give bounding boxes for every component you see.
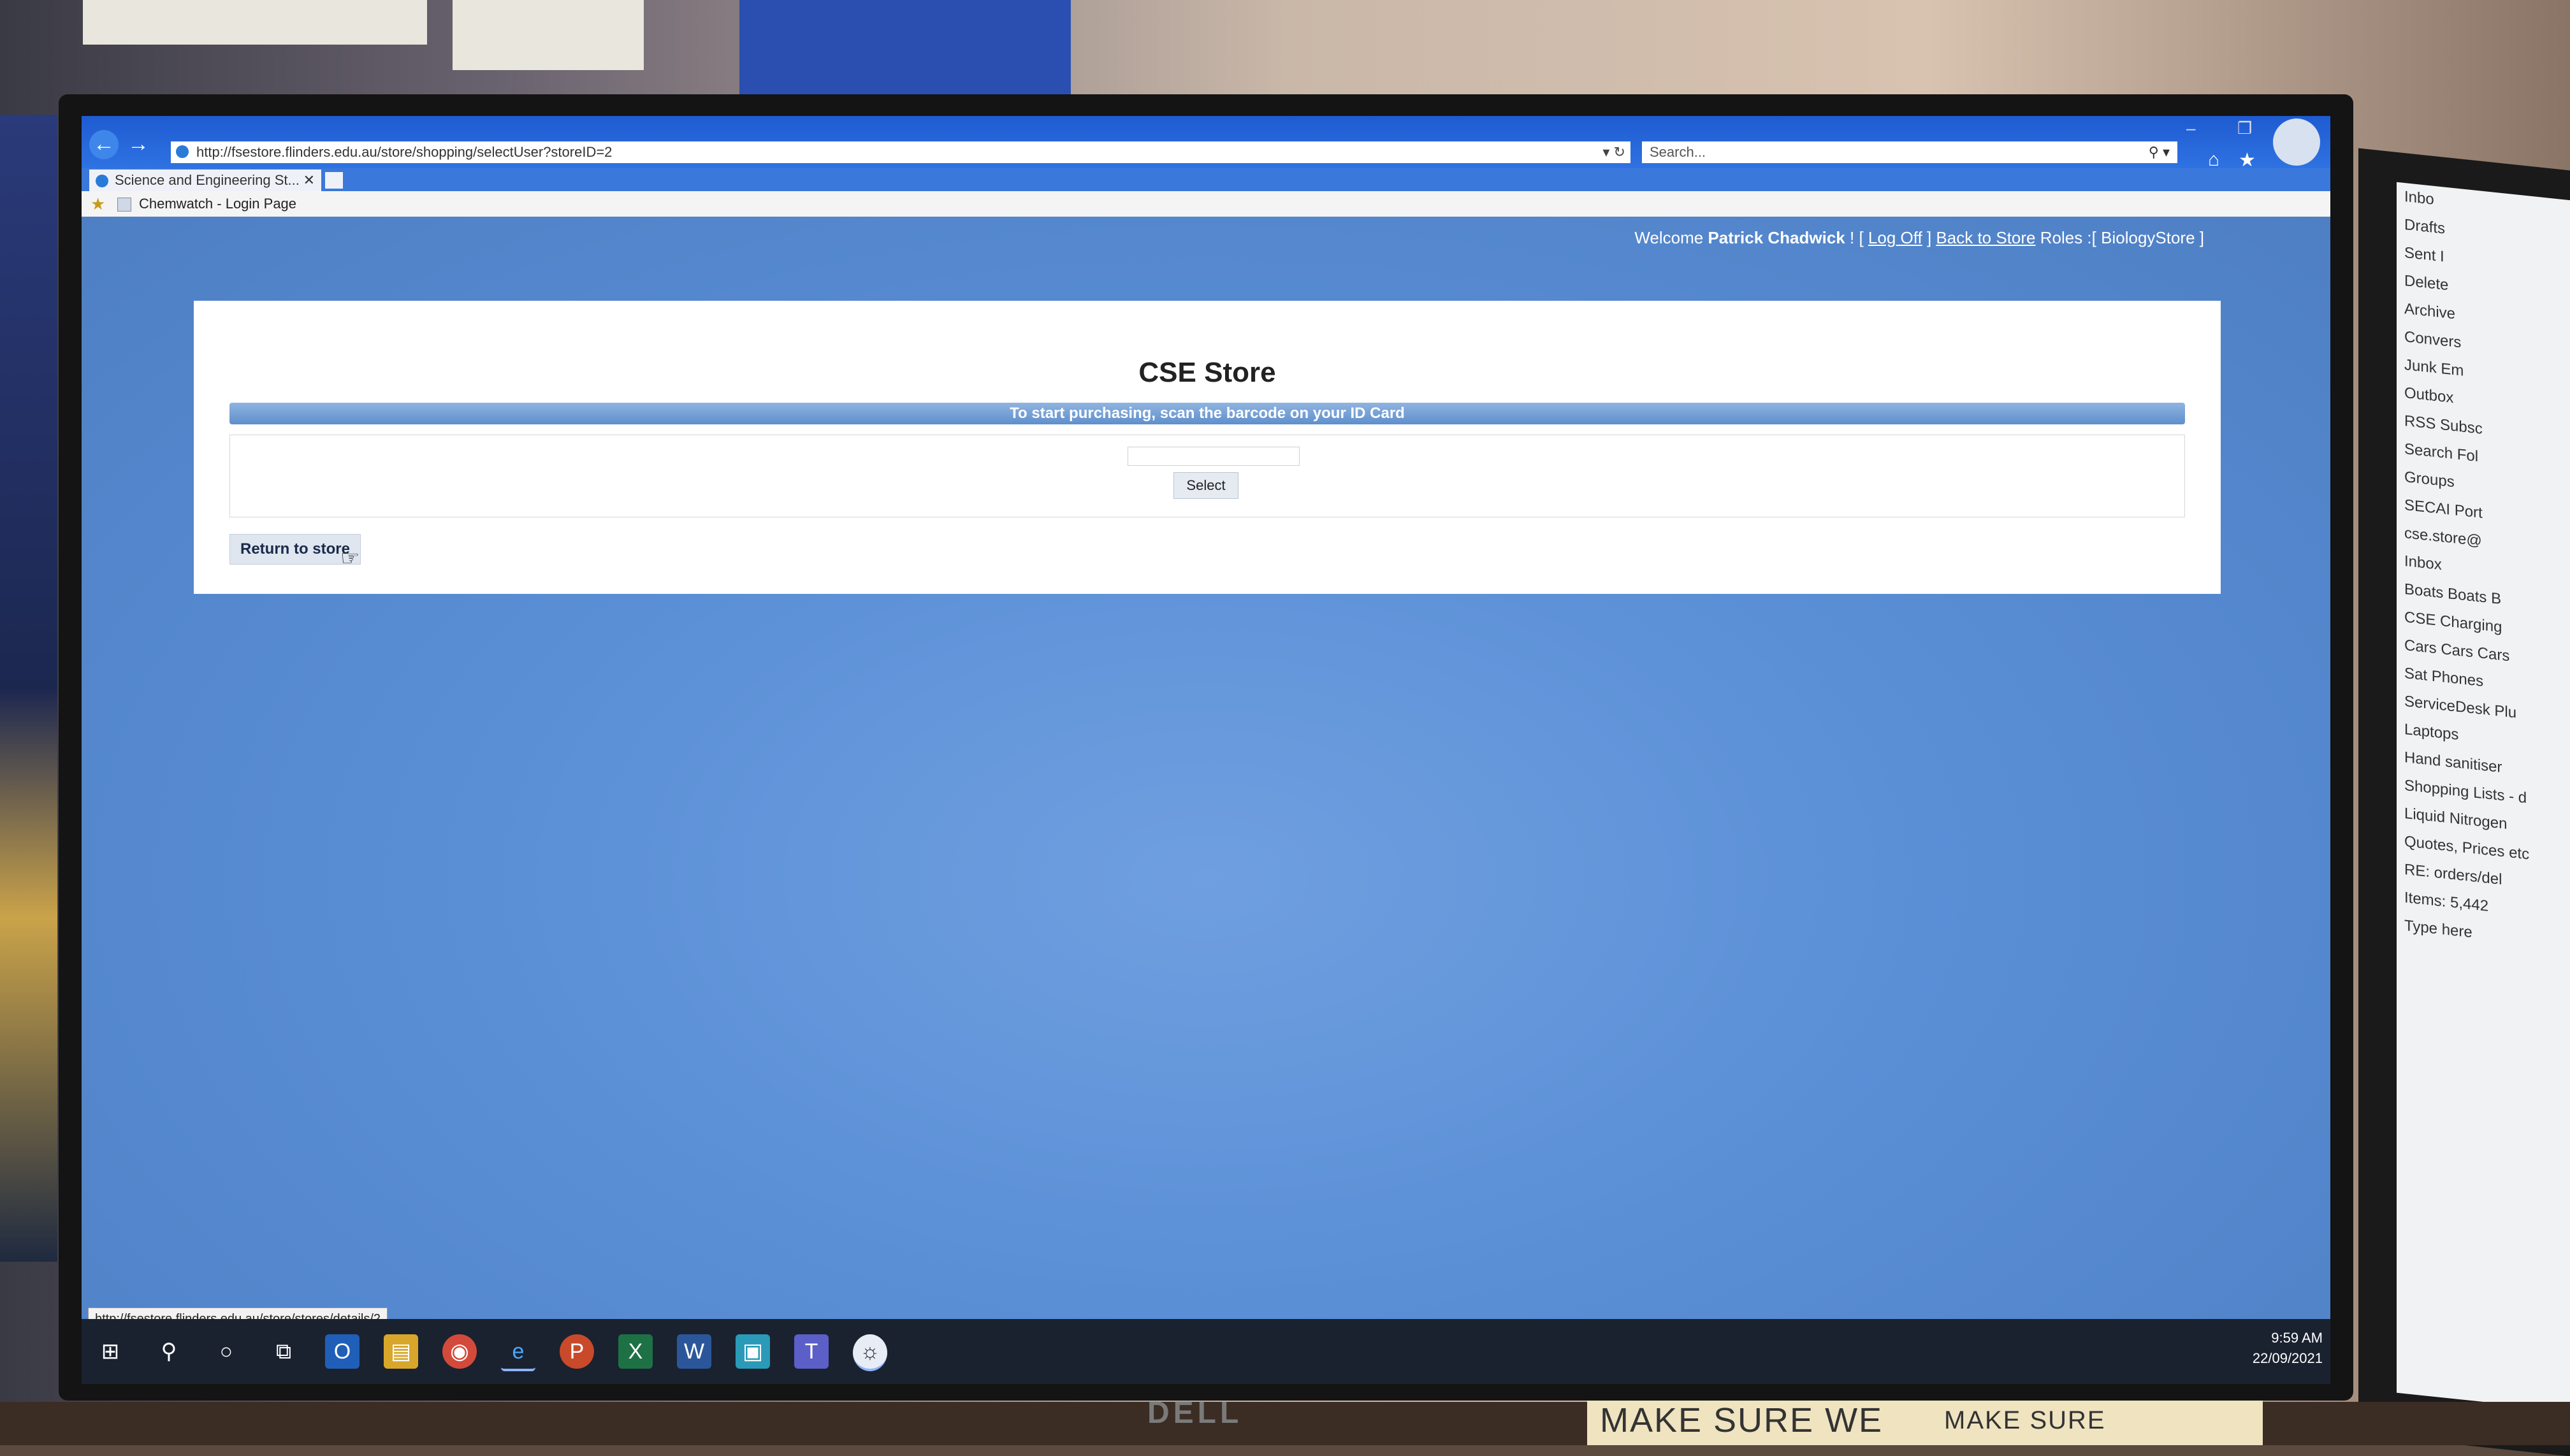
clock-date: 22/09/2021 (2252, 1350, 2323, 1366)
roles-value: BiologyStore ] (2101, 228, 2204, 247)
wall-paper-1 (83, 0, 427, 45)
tab-ie-icon (96, 175, 108, 187)
favorite-label: Chemwatch - Login Page (139, 196, 297, 212)
address-url: http://fsestore.flinders.edu.au/store/sh… (196, 144, 613, 160)
user-name: Patrick Chadwick (1708, 228, 1845, 247)
favorite-link[interactable]: Chemwatch - Login Page (117, 191, 296, 217)
task-view-icon[interactable]: ⧉ (266, 1334, 301, 1369)
barcode-input[interactable] (1128, 447, 1300, 466)
minimize-icon[interactable]: – (2186, 119, 2195, 138)
favorites-bar: ★ Chemwatch - Login Page (82, 191, 2330, 217)
search-input[interactable]: Search... ⚲ ▾ (1642, 141, 2177, 163)
address-bar[interactable]: http://fsestore.flinders.edu.au/store/sh… (171, 141, 1630, 163)
search-placeholder: Search... (1650, 144, 1706, 160)
cortana-icon[interactable]: ○ (209, 1334, 243, 1369)
outlook-icon[interactable]: O (325, 1334, 359, 1369)
welcome-label: Welcome (1634, 228, 1704, 247)
left-decor (0, 115, 57, 1262)
store-panel: CSE Store To start purchasing, scan the … (194, 301, 2221, 594)
blue-poster (739, 0, 1071, 96)
profile-avatar[interactable] (2273, 119, 2320, 166)
back-to-store-link[interactable]: Back to Store (1936, 228, 2035, 247)
system-clock[interactable]: 9:59 AM 22/09/2021 (2253, 1328, 2323, 1369)
tab-active[interactable]: Science and Engineering St... ✕ (89, 169, 321, 191)
wall-paper-2 (453, 0, 644, 70)
welcome-sep-2: ] (1926, 228, 1932, 247)
page-title: CSE Store (1138, 357, 1276, 388)
sticky-note-2: MAKE SURE (1931, 1395, 2263, 1445)
favorite-page-icon (117, 198, 131, 212)
back-button[interactable]: ← (89, 130, 119, 159)
welcome-sep: ! [ (1850, 228, 1864, 247)
monitor-screen: ← → http://fsestore.flinders.edu.au/stor… (82, 116, 2330, 1384)
favorites-icon[interactable]: ★ (91, 191, 105, 217)
taskbar: ⊞ ⚲ ○ ⧉ O ▤ ◉ e P X W ▣ T ☼ 9:59 AM 22/0… (82, 1319, 2330, 1384)
teams-icon[interactable]: T (794, 1334, 829, 1369)
dell-logo: DELL (1147, 1396, 1243, 1430)
tab-strip: Science and Engineering St... ✕ (82, 168, 2330, 191)
new-tab-button[interactable] (325, 172, 343, 189)
side-monitor-screen: Inbo Drafts Sent I Delete Archive Conver… (2397, 182, 2570, 1411)
log-off-link[interactable]: Log Off (1868, 228, 1922, 247)
tab-title: Science and Engineering St... (115, 172, 300, 188)
windows-start-icon[interactable]: ⊞ (93, 1334, 127, 1369)
sticky-note-1: MAKE SURE WE (1587, 1395, 1931, 1445)
search-icon[interactable]: ⚲ (152, 1334, 186, 1369)
file-explorer-icon[interactable]: ▤ (384, 1334, 418, 1369)
roles-label: Roles :[ (2040, 228, 2096, 247)
word-icon[interactable]: W (677, 1334, 711, 1369)
home-icon[interactable]: ⌂ (2208, 149, 2219, 171)
chrome-icon[interactable]: ◉ (442, 1334, 477, 1369)
hand-cursor-icon: ☞ (340, 546, 360, 570)
select-button[interactable]: Select (1173, 472, 1238, 499)
search-icon[interactable]: ⚲ ▾ (2149, 141, 2170, 163)
instruction-banner: To start purchasing, scan the barcode on… (229, 403, 2185, 424)
photos-icon[interactable]: ▣ (736, 1334, 770, 1369)
refresh-icon[interactable]: ▾ ↻ (1602, 141, 1625, 163)
close-icon[interactable]: ✕ (303, 169, 315, 191)
excel-icon[interactable]: X (618, 1334, 653, 1369)
internet-explorer-icon[interactable]: e (501, 1334, 535, 1371)
page-content: Welcome Patrick Chadwick ! [ Log Off ] B… (82, 217, 2330, 1319)
clock-time: 9:59 AM (2271, 1330, 2323, 1346)
scan-box: Select (229, 435, 2185, 517)
restore-icon[interactable]: ❐ (2237, 119, 2252, 138)
powerpoint-icon[interactable]: P (560, 1334, 594, 1369)
browser-titlebar: ← → http://fsestore.flinders.edu.au/stor… (82, 116, 2330, 171)
support-chat-icon[interactable]: ☼ (853, 1334, 887, 1371)
page-icon (176, 145, 189, 158)
welcome-bar: Welcome Patrick Chadwick ! [ Log Off ] B… (1634, 228, 2204, 248)
forward-button[interactable]: → (124, 130, 153, 159)
